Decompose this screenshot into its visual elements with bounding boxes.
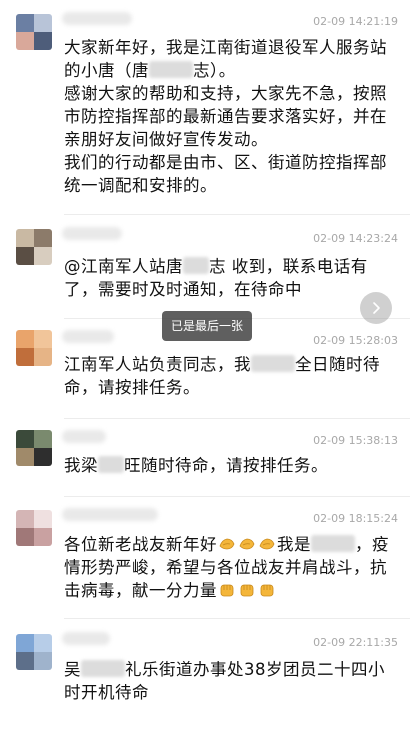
user-name <box>62 330 114 343</box>
clapping-hands-icon <box>239 538 255 550</box>
message-text: 各位新老战友新年好 我是 ，疫情形势严峻，希望与各位战友并肩战斗，抗击病毒，献一分力… <box>64 535 389 600</box>
divider <box>64 418 410 419</box>
user-name <box>62 508 158 521</box>
list-item[interactable]: 02-09 22:11:35 吴礼乐街道办事处38岁团员二十四小时开机待命 <box>0 620 410 730</box>
avatar[interactable] <box>16 430 52 466</box>
user-name <box>62 227 122 240</box>
list-item[interactable]: 02-09 14:21:19 大家新年好，我是江南街道退役军人服务站的小唐（唐志… <box>0 0 410 215</box>
divider <box>64 618 410 619</box>
toast-message: 已是最后一张 <box>162 311 252 341</box>
timestamp: 02-09 14:23:24 <box>313 232 398 245</box>
list-item[interactable]: 02-09 15:38:13 我梁 旺随时待命，请按排任务。 <box>0 420 410 500</box>
user-name <box>62 12 132 25</box>
timestamp: 02-09 18:15:24 <box>313 512 398 525</box>
list-item[interactable]: 02-09 18:15:24 各位新老战友新年好 我是 ，疫情形势严峻，希望与各位战… <box>0 498 410 618</box>
redacted-text <box>183 257 209 274</box>
clapping-hands-icon <box>219 538 235 550</box>
divider <box>64 496 410 497</box>
timestamp: 02-09 22:11:35 <box>313 636 398 649</box>
clapping-hands-icon <box>259 538 275 550</box>
list-item[interactable]: 02-09 14:23:24 @江南军人站唐志 收到，联系电话有了，需要时及时通… <box>0 215 410 315</box>
next-button[interactable] <box>360 292 392 324</box>
avatar[interactable] <box>16 14 52 50</box>
timestamp: 02-09 15:28:03 <box>313 334 398 347</box>
raised-fist-icon <box>220 584 234 597</box>
message-text: 我梁 旺随时待命，请按排任务。 <box>64 456 328 475</box>
avatar[interactable] <box>16 634 52 670</box>
raised-fist-icon <box>240 584 254 597</box>
avatar[interactable] <box>16 330 52 366</box>
message-text: @江南军人站唐志 收到，联系电话有了，需要时及时通知，在待命中 <box>64 257 368 299</box>
redacted-text <box>251 355 295 372</box>
avatar[interactable] <box>16 229 52 265</box>
message-text: 江南军人站负责同志，我 全日随时待命，请按排任务。 <box>64 355 380 397</box>
user-name <box>62 632 110 645</box>
message-text: 吴礼乐街道办事处38岁团员二十四小时开机待命 <box>64 660 385 702</box>
redacted-text <box>311 535 355 552</box>
timestamp: 02-09 15:38:13 <box>313 434 398 447</box>
timestamp: 02-09 14:21:19 <box>313 15 398 28</box>
chevron-right-icon <box>373 302 380 314</box>
avatar[interactable] <box>16 510 52 546</box>
message-text: 大家新年好，我是江南街道退役军人服务站的小唐（唐 志）。 感谢大家的帮助和支持，大… <box>64 38 387 195</box>
redacted-text <box>81 660 125 677</box>
comment-list: 02-09 14:21:19 大家新年好，我是江南街道退役军人服务站的小唐（唐志… <box>0 0 410 730</box>
redacted-text <box>149 61 193 78</box>
redacted-text <box>98 456 124 473</box>
user-name <box>62 430 106 443</box>
raised-fist-icon <box>260 584 274 597</box>
